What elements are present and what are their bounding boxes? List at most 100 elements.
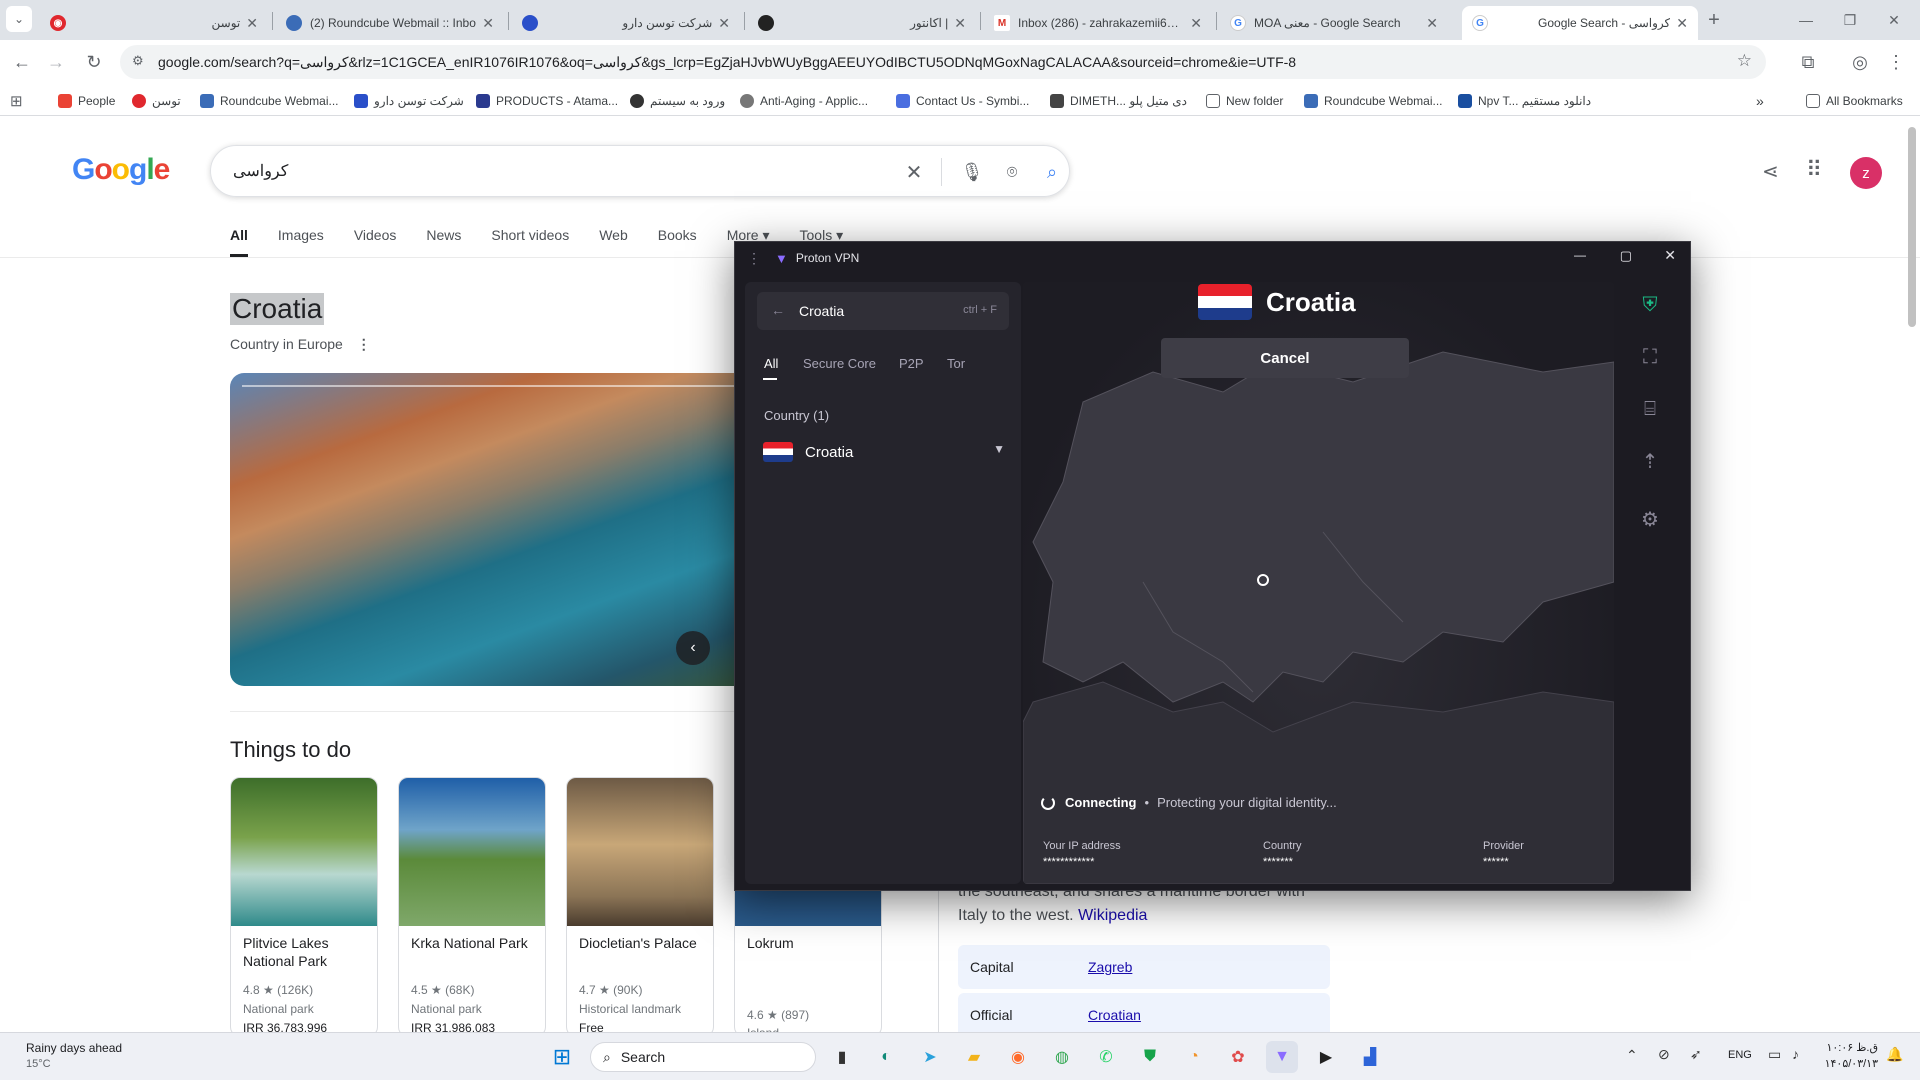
close-tab-icon[interactable]: ✕ [954, 15, 966, 32]
whatsapp-icon[interactable]: ✆ [1090, 1041, 1122, 1073]
telegram-icon[interactable]: ➤ [914, 1041, 946, 1073]
orange-app-icon[interactable]: ◔ [1178, 1041, 1210, 1073]
lens-icon[interactable]: ⌾ [999, 159, 1025, 185]
clear-search-icon[interactable]: ✕ [901, 159, 927, 185]
killswitch-icon[interactable]: ⛶ [1635, 342, 1665, 372]
extensions-icon[interactable]: ⧉ [1794, 48, 1822, 76]
bookmark-item[interactable]: Roundcube Webmai... [200, 91, 339, 111]
green-app-icon[interactable]: ⛊ [1134, 1041, 1166, 1073]
notifications-bell-icon[interactable]: 🔔 [1886, 1046, 1903, 1063]
tab-roundcube[interactable]: (2) Roundcube Webmail :: Inbo ✕ [276, 6, 504, 40]
proton-vpn-taskbar-icon[interactable]: ▼ [1266, 1041, 1298, 1073]
bookmark-star-icon[interactable]: ☆ [1737, 51, 1752, 71]
tab-books[interactable]: Books [658, 227, 697, 257]
close-tab-icon[interactable]: ✕ [1426, 15, 1438, 32]
vpn-country-row[interactable]: Croatia ▼ [763, 434, 1009, 470]
clock[interactable]: ۱۰:۰۶ ق.ظ ۱۴۰۵/۰۳/۱۳ [1822, 1041, 1878, 1070]
reload-icon[interactable]: ↻ [80, 48, 108, 76]
close-tab-icon[interactable]: ✕ [482, 15, 494, 32]
carousel-prev-icon[interactable]: ‹ [676, 631, 710, 665]
tab-tosan[interactable]: ◉ توسن ✕ [40, 6, 268, 40]
expand-caret-icon[interactable]: ▼ [993, 442, 1005, 456]
attraction-card[interactable]: Diocletian's Palace 4.7 ★ (90K) Historic… [566, 777, 714, 1032]
split-tunneling-icon[interactable]: ⇡ [1635, 446, 1665, 476]
close-tab-icon[interactable]: ✕ [718, 15, 730, 32]
file-explorer-icon[interactable]: ▰ [958, 1041, 990, 1073]
tab-images[interactable]: Images [278, 227, 324, 257]
share-icon[interactable]: ⋖ [1762, 159, 1779, 184]
windows-start-icon[interactable]: ⊞ [546, 1041, 578, 1073]
microphone-icon[interactable]: 🎙 [959, 159, 985, 185]
network-off-icon[interactable]: ⊘ [1658, 1046, 1670, 1063]
volume-icon[interactable]: ♪ [1792, 1046, 1799, 1062]
bookmark-item[interactable]: DIMETH... دی متیل پلو [1050, 91, 1187, 111]
google-logo[interactable]: Google [72, 153, 170, 187]
wikipedia-link[interactable]: Wikipedia [1078, 907, 1147, 924]
tab-tosan-daru[interactable]: شرکت توسن دارو ✕ [512, 6, 740, 40]
attraction-card[interactable]: Plitvice Lakes National Park 4.8 ★ (126K… [230, 777, 378, 1032]
task-view-icon[interactable]: ▮ [826, 1041, 858, 1073]
tab-search-chevron-icon[interactable]: ⌄ [6, 6, 32, 32]
weather-widget[interactable]: Rainy days ahead 15°C [26, 1041, 122, 1070]
restore-window-icon[interactable]: ❐ [1836, 6, 1864, 34]
tab-moa-search[interactable]: G MOA معنی - Google Search ✕ [1220, 6, 1448, 40]
bookmark-item[interactable]: توسن [132, 91, 181, 111]
all-bookmarks[interactable]: All Bookmarks [1806, 91, 1903, 111]
vpn-tab-p2p[interactable]: P2P [899, 356, 924, 371]
hero-image[interactable]: ‹ [230, 373, 800, 686]
taskbar-search-input[interactable]: ⌕ Search [590, 1042, 816, 1072]
firefox-icon[interactable]: ◉ [1002, 1041, 1034, 1073]
vpn-tab-secure-core[interactable]: Secure Core [803, 356, 876, 371]
netshield-icon[interactable]: ⛨ [1635, 290, 1665, 320]
search-icon[interactable]: ⌕ [1039, 159, 1065, 185]
attraction-card[interactable]: Krka National Park 4.5 ★ (68K) National … [398, 777, 546, 1032]
cancel-button[interactable]: Cancel [1161, 338, 1409, 378]
tab-short-videos[interactable]: Short videos [491, 227, 569, 257]
vpn-search-input[interactable]: ← Croatia ctrl + F [757, 292, 1009, 330]
media-player-icon[interactable]: ▶ [1310, 1041, 1342, 1073]
port-forwarding-icon[interactable]: ⌸ [1635, 394, 1665, 424]
forward-icon[interactable]: → [42, 48, 70, 76]
settings-gear-icon[interactable]: ⚙ [1635, 504, 1665, 534]
display-icon[interactable]: ▭ [1768, 1046, 1781, 1063]
address-bar[interactable]: ⚙ google.com/search?q=کرواسی&rlz=1C1GCEA… [120, 45, 1766, 79]
show-hidden-icons-icon[interactable]: ⌃ [1626, 1047, 1638, 1064]
profile-icon[interactable]: ◎ [1846, 48, 1874, 76]
close-window-icon[interactable]: ✕ [1880, 6, 1908, 34]
chrome-menu-icon[interactable]: ⋮ [1882, 48, 1910, 76]
vpn-close-icon[interactable]: ✕ [1664, 247, 1676, 264]
site-info-icon[interactable]: ⚙ [132, 53, 144, 69]
google-apps-icon[interactable]: ⠿ [1806, 157, 1822, 183]
tab-all[interactable]: All [230, 227, 248, 257]
close-tab-icon[interactable]: ✕ [1676, 15, 1688, 32]
language-indicator[interactable]: ENG [1728, 1049, 1752, 1061]
tab-croatia-search[interactable]: G Google Search - کرواسی ✕ [1462, 6, 1698, 40]
bookmark-item[interactable]: Roundcube Webmai... [1304, 91, 1443, 111]
close-tab-icon[interactable]: ✕ [1190, 15, 1202, 32]
more-bookmarks-icon[interactable]: » [1756, 91, 1764, 111]
apps-grid-icon[interactable]: ⊞ [10, 91, 23, 111]
vpn-maximize-icon[interactable]: ▢ [1620, 248, 1632, 264]
page-scrollbar[interactable] [1908, 127, 1916, 327]
bookmark-item[interactable]: Contact Us - Symbi... [896, 91, 1029, 111]
vpn-minimize-icon[interactable]: — [1574, 248, 1586, 262]
vpn-menu-icon[interactable]: ⋮ [747, 250, 761, 267]
tab-gmail[interactable]: M Inbox (286) - zahrakazemii65@ ✕ [984, 6, 1212, 40]
tab-videos[interactable]: Videos [354, 227, 397, 257]
edge-icon[interactable]: ◐ [870, 1041, 902, 1073]
search-input[interactable]: کرواسی ✕ 🎙 ⌾ ⌕ [210, 145, 1070, 197]
tab-web[interactable]: Web [599, 227, 628, 257]
back-icon[interactable]: ← [8, 48, 36, 76]
bookmark-item[interactable]: Npv T... دانلود مستقیم [1458, 91, 1591, 111]
more-options-icon[interactable]: ⋮ [357, 336, 371, 352]
vpn-tab-all[interactable]: All [764, 356, 778, 371]
location-icon[interactable]: ➶ [1690, 1046, 1702, 1063]
avatar[interactable]: z [1850, 157, 1882, 189]
minimize-window-icon[interactable]: — [1792, 6, 1820, 34]
bookmark-item[interactable]: People [58, 91, 115, 111]
bookmark-item[interactable]: شرکت توسن دارو [354, 91, 464, 111]
chart-app-icon[interactable]: ▟ [1354, 1041, 1386, 1073]
close-tab-icon[interactable]: ✕ [246, 15, 258, 32]
bookmark-item[interactable]: PRODUCTS - Atama... [476, 91, 618, 111]
tab-news[interactable]: News [426, 227, 461, 257]
